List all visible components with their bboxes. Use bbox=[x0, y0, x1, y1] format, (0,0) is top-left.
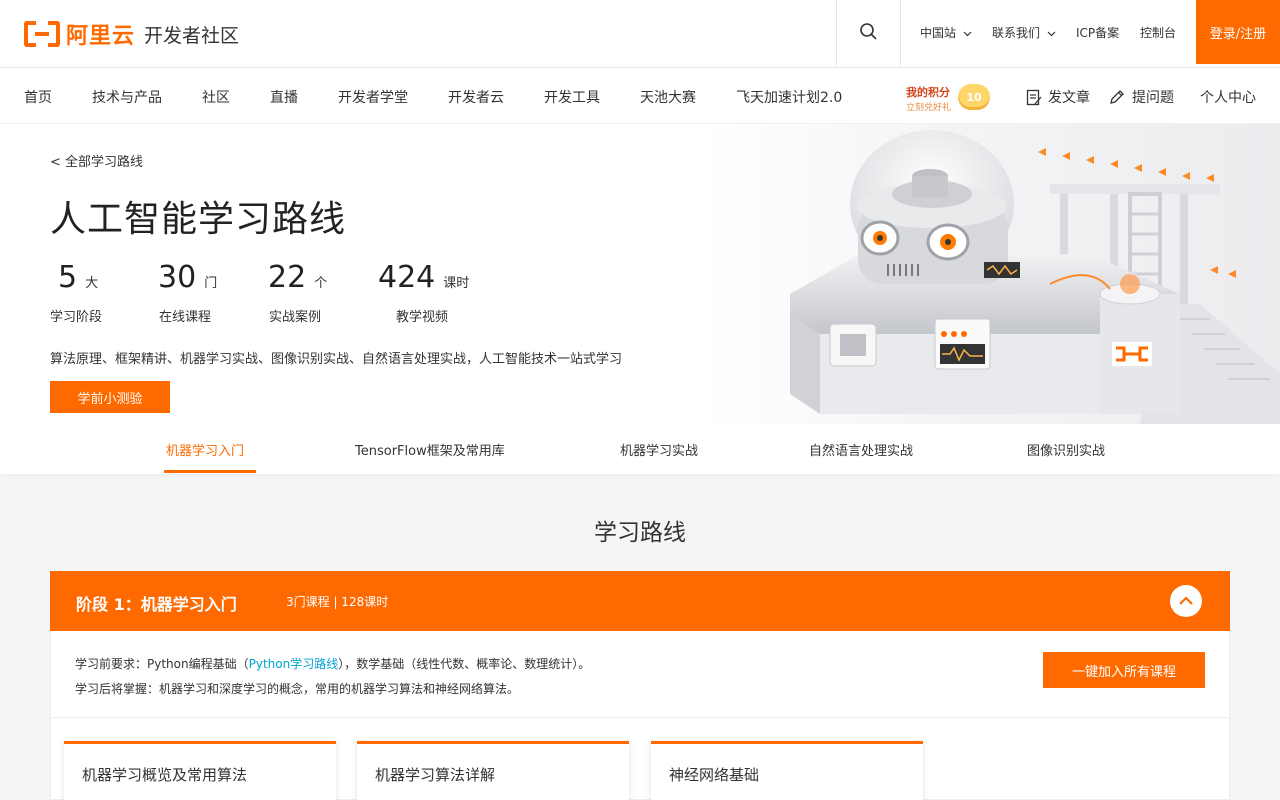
section-title: 学习路线 bbox=[594, 520, 686, 546]
stat-cases: 22 个 bbox=[268, 260, 328, 295]
stat-courses: 30 门 bbox=[158, 260, 218, 295]
nav-item-live[interactable]: 直播 bbox=[270, 87, 298, 107]
divider bbox=[900, 0, 901, 68]
my-points-badge[interactable]: 我的积分 立刻兑好礼 10 bbox=[900, 78, 994, 118]
course-title: 机器学习算法详解 bbox=[375, 766, 496, 784]
hero-banner: < 全部学习路线 人工智能学习路线 5大 30 门 22 个 424 课时 学习阶段 … bbox=[0, 124, 1280, 424]
stat-label: 实战案例 bbox=[269, 310, 322, 325]
active-tab-indicator bbox=[164, 470, 256, 473]
nav-item-feitian[interactable]: 飞天加速计划2.0 bbox=[736, 87, 842, 107]
stat-label: 在线课程 bbox=[159, 310, 212, 325]
stat-label: 教学视频 bbox=[396, 310, 449, 325]
stage-name: 阶段 1：机器学习入门 bbox=[76, 595, 237, 614]
tab-image-recognition[interactable]: 图像识别实战 bbox=[1027, 440, 1105, 459]
points-subtitle: 立刻兑好礼 bbox=[906, 103, 952, 113]
stat-stages: 5大 bbox=[58, 260, 99, 295]
course-title: 神经网络基础 bbox=[669, 766, 760, 784]
all-learning-paths-link[interactable]: < 全部学习路线 bbox=[50, 151, 143, 170]
prerequisites: 学习前要求：Python编程基础（Python学习路线），数学基础（线性代数、概… bbox=[75, 657, 591, 671]
top-bar: 阿里云 开发者社区 中国站 联系我们 ICP备案 控制台 登录/注册 bbox=[0, 0, 1280, 68]
personal-center-link[interactable]: 个人中心 bbox=[1200, 87, 1256, 107]
contact-dropdown[interactable]: 联系我们 bbox=[992, 24, 1056, 41]
course-card[interactable]: 机器学习概览及常用算法 bbox=[64, 741, 336, 800]
robot-illustration bbox=[790, 130, 1280, 424]
python-path-link[interactable]: Python学习路线 bbox=[249, 657, 339, 671]
stage-header[interactable]: 阶段 1：机器学习入门 3门课程 | 128课时 bbox=[50, 571, 1230, 631]
divider bbox=[51, 717, 1229, 718]
search-icon[interactable] bbox=[858, 21, 880, 43]
points-title: 我的积分 bbox=[906, 86, 950, 99]
nav-item-academy[interactable]: 开发者学堂 bbox=[338, 87, 408, 107]
nav-item-home[interactable]: 首页 bbox=[24, 87, 52, 107]
page-title: 人工智能学习路线 bbox=[50, 199, 347, 240]
course-card[interactable]: 神经网络基础 bbox=[651, 741, 923, 800]
site-title[interactable]: 开发者社区 bbox=[144, 21, 239, 48]
collapse-button[interactable] bbox=[1170, 585, 1202, 617]
course-card[interactable]: 机器学习算法详解 bbox=[357, 741, 629, 800]
nav-item-dev-cloud[interactable]: 开发者云 bbox=[448, 87, 504, 107]
nav-item-tech[interactable]: 技术与产品 bbox=[92, 87, 162, 107]
ask-question-button[interactable]: 提问题 bbox=[1108, 87, 1174, 107]
chevron-down-icon bbox=[963, 31, 972, 37]
pre-quiz-button[interactable]: 学前小测验 bbox=[50, 381, 170, 413]
nav-item-dev-tools[interactable]: 开发工具 bbox=[544, 87, 600, 107]
learning-outcome: 学习后将掌握：机器学习和深度学习的概念，常用的机器学习算法和神经网络算法。 bbox=[75, 682, 520, 696]
aliyun-logo-icon bbox=[24, 21, 60, 47]
course-title: 机器学习概览及常用算法 bbox=[82, 766, 248, 784]
stage-meta: 3门课程 | 128课时 bbox=[286, 595, 389, 609]
tab-ml-practice[interactable]: 机器学习实战 bbox=[620, 440, 698, 459]
nav-item-tianchi[interactable]: 天池大赛 bbox=[640, 87, 696, 107]
divider bbox=[836, 0, 837, 68]
stage-body: 学习前要求：Python编程基础（Python学习路线），数学基础（线性代数、概… bbox=[50, 631, 1230, 800]
console-link[interactable]: 控制台 bbox=[1140, 24, 1176, 41]
chevron-up-icon bbox=[1179, 596, 1193, 605]
tab-tensorflow[interactable]: TensorFlow框架及常用库 bbox=[355, 440, 505, 459]
region-dropdown[interactable]: 中国站 bbox=[920, 24, 972, 41]
tab-nlp-practice[interactable]: 自然语言处理实战 bbox=[809, 440, 913, 459]
pencil-icon bbox=[1110, 90, 1124, 104]
aliyun-logo[interactable]: 阿里云 bbox=[24, 18, 135, 50]
nav-item-community[interactable]: 社区 bbox=[202, 87, 230, 107]
points-value: 10 bbox=[958, 84, 990, 110]
edit-document-icon bbox=[1026, 89, 1042, 105]
chevron-down-icon bbox=[1047, 31, 1056, 37]
stat-videos: 424 课时 bbox=[378, 260, 470, 295]
join-all-courses-button[interactable]: 一键加入所有课程 bbox=[1043, 652, 1205, 688]
hero-description: 算法原理、框架精讲、机器学习实战、图像识别实战、自然语言处理实战，人工智能技术一… bbox=[50, 352, 623, 367]
tab-ml-intro[interactable]: 机器学习入门 bbox=[166, 440, 244, 459]
icp-link[interactable]: ICP备案 bbox=[1076, 24, 1119, 41]
write-article-button[interactable]: 发文章 bbox=[1026, 87, 1090, 107]
logo-text: 阿里云 bbox=[66, 24, 136, 49]
stage-tabs: 机器学习入门 TensorFlow框架及常用库 机器学习实战 自然语言处理实战 … bbox=[0, 424, 1280, 474]
stat-label: 学习阶段 bbox=[50, 310, 103, 325]
main-nav: 首页 技术与产品 社区 直播 开发者学堂 开发者云 开发工具 天池大赛 飞天加速… bbox=[0, 68, 1280, 124]
login-register-button[interactable]: 登录/注册 bbox=[1196, 0, 1280, 64]
